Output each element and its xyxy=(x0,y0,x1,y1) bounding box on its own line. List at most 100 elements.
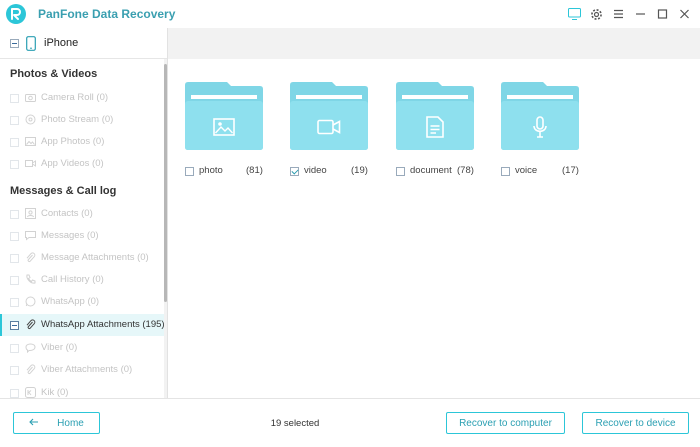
feedback-icon[interactable] xyxy=(566,6,582,22)
folder-label-document[interactable]: document (78) xyxy=(396,165,486,179)
camera-icon xyxy=(25,92,36,103)
sidebar: iPhone Photos & Videos Camera Roll (0) P… xyxy=(0,28,168,398)
folder-count: (19) xyxy=(351,165,368,176)
phone-call-icon xyxy=(25,274,36,285)
folder-video[interactable] xyxy=(290,82,368,150)
folder-checkbox[interactable] xyxy=(290,167,299,176)
footer: Home 19 selected Recover to computer Rec… xyxy=(0,398,700,447)
whatsapp-icon xyxy=(25,296,36,307)
microphone-icon xyxy=(533,116,547,138)
folder-photo[interactable] xyxy=(185,82,263,150)
sidebar-item-whatsapp-attachments[interactable]: WhatsApp Attachments (195) xyxy=(0,314,166,336)
sidebar-item-call-history[interactable]: Call History (0) xyxy=(0,269,166,291)
image-icon xyxy=(213,118,235,136)
checkbox[interactable] xyxy=(10,254,19,263)
device-row[interactable]: iPhone xyxy=(0,28,167,59)
sidebar-item-kik[interactable]: Kik (0) xyxy=(0,382,166,398)
folder-label-video[interactable]: video (19) xyxy=(290,165,380,179)
paperclip-icon xyxy=(25,252,36,263)
section-title-photos-videos: Photos & Videos xyxy=(10,68,98,80)
checkbox[interactable] xyxy=(10,94,19,103)
sidebar-item-messages[interactable]: Messages (0) xyxy=(0,225,166,247)
maximize-icon[interactable] xyxy=(654,6,670,22)
menu-icon[interactable] xyxy=(610,6,626,22)
folder-count: (81) xyxy=(246,165,263,176)
arrow-left-icon xyxy=(29,418,39,429)
home-button-label: Home xyxy=(57,417,84,429)
checkbox[interactable] xyxy=(10,116,19,125)
folder-checkbox[interactable] xyxy=(396,167,405,176)
sidebar-scrollbar-thumb[interactable] xyxy=(164,64,167,302)
sidebar-item-whatsapp[interactable]: WhatsApp (0) xyxy=(0,291,166,313)
selected-count: 19 selected xyxy=(270,418,320,429)
video-icon xyxy=(25,158,36,169)
sidebar-item-label: Camera Roll (0) xyxy=(41,92,109,103)
photo-stream-icon xyxy=(25,114,36,125)
sidebar-item-label: App Videos (0) xyxy=(41,158,104,169)
checkbox[interactable] xyxy=(10,232,19,241)
sidebar-item-viber[interactable]: Viber (0) xyxy=(0,337,166,359)
folder-count: (78) xyxy=(457,165,474,176)
sidebar-item-label: Message Attachments (0) xyxy=(41,252,149,263)
sidebar-item-label: Viber (0) xyxy=(41,342,78,353)
sidebar-item-label: Call History (0) xyxy=(41,274,104,285)
title-bar: PanFone Data Recovery xyxy=(0,0,700,28)
checkbox[interactable] xyxy=(10,276,19,285)
image-icon xyxy=(25,136,36,147)
close-icon[interactable] xyxy=(676,6,692,22)
sidebar-item-label: Kik (0) xyxy=(41,387,69,398)
main-header xyxy=(168,28,700,59)
phone-icon xyxy=(26,36,36,54)
device-checkbox[interactable] xyxy=(10,39,19,48)
sidebar-item-label: WhatsApp (0) xyxy=(41,296,100,307)
folder-checkbox[interactable] xyxy=(185,167,194,176)
folder-name: photo xyxy=(199,165,223,176)
checkbox[interactable] xyxy=(10,160,19,169)
messages-icon xyxy=(25,230,36,241)
sidebar-item-message-attachments[interactable]: Message Attachments (0) xyxy=(0,247,166,269)
sidebar-item-viber-attachments[interactable]: Viber Attachments (0) xyxy=(0,359,166,381)
folder-label-photo[interactable]: photo (81) xyxy=(185,165,275,179)
window-controls xyxy=(566,6,692,22)
sidebar-item-contacts[interactable]: Contacts (0) xyxy=(0,203,166,225)
folder-name: voice xyxy=(515,165,538,176)
folder-voice[interactable] xyxy=(501,82,579,150)
checkbox[interactable] xyxy=(10,389,19,398)
video-icon xyxy=(317,119,341,135)
minimize-icon[interactable] xyxy=(632,6,648,22)
recover-to-device-button[interactable]: Recover to device xyxy=(582,412,689,434)
paperclip-icon xyxy=(25,319,36,330)
section-title-messages-call-log: Messages & Call log xyxy=(10,185,117,197)
folder-grid: photo (81) video (19) document (78) voic… xyxy=(168,59,700,398)
sidebar-item-label: Contacts (0) xyxy=(41,208,93,219)
kik-icon xyxy=(25,387,36,398)
folder-name: document xyxy=(410,165,452,176)
document-icon xyxy=(426,116,444,138)
sidebar-item-label: WhatsApp Attachments (195) xyxy=(41,319,165,330)
sidebar-item-photo-stream[interactable]: Photo Stream (0) xyxy=(0,109,166,131)
viber-icon xyxy=(25,342,36,354)
folder-checkbox[interactable] xyxy=(501,167,510,176)
sidebar-item-label: Viber Attachments (0) xyxy=(41,364,133,375)
app-logo-icon xyxy=(6,4,26,24)
recover-to-computer-button[interactable]: Recover to computer xyxy=(446,412,565,434)
checkbox[interactable] xyxy=(10,321,19,330)
folder-label-voice[interactable]: voice (17) xyxy=(501,165,591,179)
checkbox[interactable] xyxy=(10,210,19,219)
sidebar-item-camera-roll[interactable]: Camera Roll (0) xyxy=(0,87,166,109)
folder-name: video xyxy=(304,165,327,176)
sidebar-item-app-videos[interactable]: App Videos (0) xyxy=(0,153,166,175)
checkbox[interactable] xyxy=(10,344,19,353)
paperclip-icon xyxy=(25,364,36,375)
folder-document[interactable] xyxy=(396,82,474,150)
sidebar-item-label: Messages (0) xyxy=(41,230,99,241)
gear-icon[interactable] xyxy=(588,6,604,22)
sidebar-item-label: App Photos (0) xyxy=(41,136,105,147)
sidebar-item-app-photos[interactable]: App Photos (0) xyxy=(0,131,166,153)
checkbox[interactable] xyxy=(10,298,19,307)
checkbox[interactable] xyxy=(10,138,19,147)
checkbox[interactable] xyxy=(10,366,19,375)
home-button[interactable]: Home xyxy=(13,412,100,434)
app-title: PanFone Data Recovery xyxy=(38,7,176,21)
folder-count: (17) xyxy=(562,165,579,176)
